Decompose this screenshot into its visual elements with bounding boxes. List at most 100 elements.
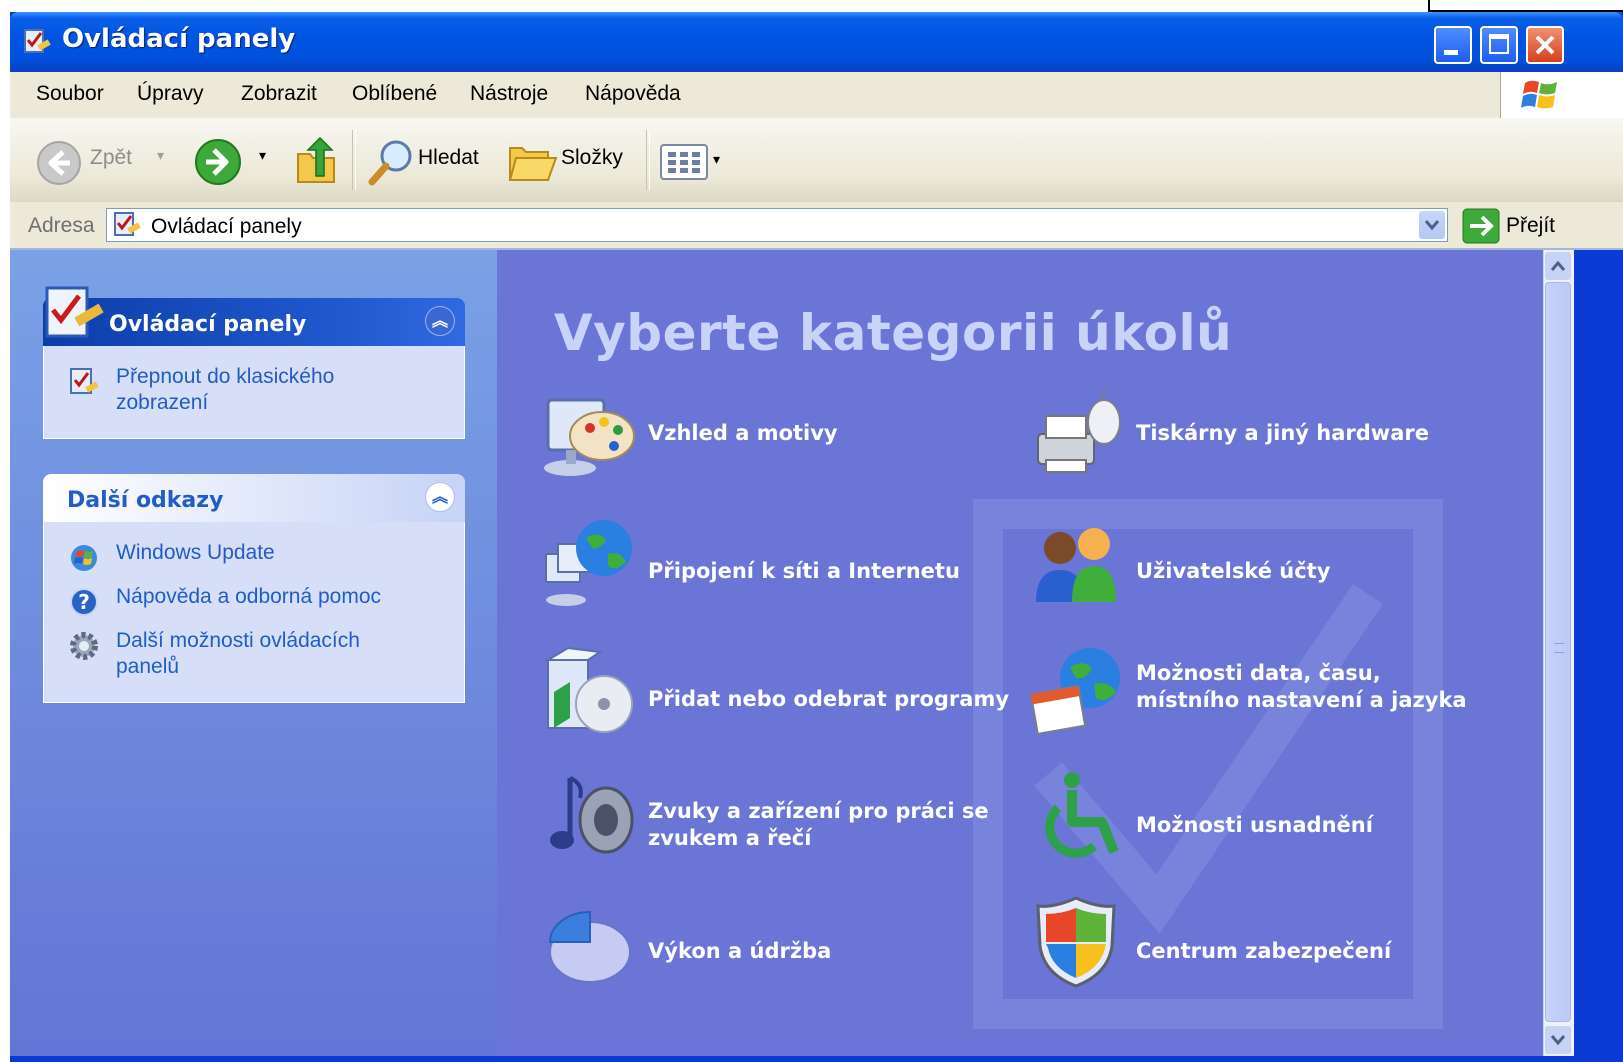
page-title: Vyberte kategorii úkolů — [554, 304, 1233, 362]
category-label: Uživatelské účty — [1136, 559, 1331, 583]
category-label: Možnosti data, času, místního nastavení … — [1136, 661, 1467, 712]
control-panel-icon — [114, 212, 141, 236]
more-control-panel-options-link[interactable]: Další možnosti ovládacích panelů — [68, 628, 454, 680]
category-appearance[interactable]: Vzhled a motivy — [540, 388, 980, 478]
address-bar: Adresa Ovládací panely Přejít — [10, 202, 1623, 250]
category-label: Připojení k síti a Internetu — [648, 559, 960, 583]
sound-speaker-icon — [550, 776, 634, 854]
up-folder-icon[interactable] — [294, 136, 340, 186]
task-pane: Ovládací panely ︽ Přepnout do klasického… — [10, 250, 497, 1056]
forward-dropdown-icon[interactable]: ▾ — [259, 148, 266, 164]
toolbar-separator — [352, 130, 356, 190]
folders-button-label[interactable]: Složky — [561, 146, 623, 170]
menu-oblibene[interactable]: Oblíbené — [352, 82, 437, 106]
link-label: Windows Update — [116, 541, 275, 564]
back-arrow-icon[interactable] — [36, 140, 82, 186]
scroll-down-button[interactable] — [1545, 1026, 1571, 1054]
menu-napoveda[interactable]: Nápověda — [585, 82, 681, 106]
category-label: Vzhled a motivy — [648, 421, 838, 445]
back-dropdown-icon[interactable]: ▾ — [157, 148, 164, 164]
category-printers-hardware[interactable]: Tiskárny a jiný hardware — [1028, 388, 1508, 478]
folders-icon[interactable] — [508, 138, 558, 186]
menu-soubor[interactable]: Soubor — [36, 82, 104, 106]
performance-pie-icon — [548, 910, 631, 983]
address-value: Ovládací panely — [151, 215, 302, 238]
maximize-button[interactable] — [1480, 26, 1518, 64]
category-add-remove-programs[interactable]: Přidat nebo odebrat programy — [540, 642, 1020, 733]
windows-update-link[interactable]: Windows Update — [68, 540, 454, 578]
other-links-task-box: Další odkazy ︽ Windows Update ? Nápověda… — [43, 474, 465, 703]
go-button-label[interactable]: Přejít — [1506, 214, 1555, 238]
category-label: Výkon a údržba — [648, 939, 832, 963]
category-security-center[interactable]: Centrum zabezpečení — [1028, 894, 1508, 988]
minimize-button[interactable] — [1434, 26, 1472, 64]
explorer-window: Ovládací panely Soubor Úpravy Zobrazit O… — [10, 12, 1623, 1062]
category-accessibility[interactable]: Možnosti usnadnění — [1028, 768, 1508, 858]
search-icon[interactable] — [366, 136, 418, 188]
go-arrow-icon[interactable] — [1462, 208, 1500, 244]
add-remove-programs-icon — [544, 646, 633, 733]
panel-header[interactable]: Ovládací panely ︽ — [43, 286, 465, 346]
network-globe-icon — [545, 520, 632, 606]
window-title: Ovládací panely — [62, 24, 296, 54]
security-shield-icon — [1036, 896, 1116, 988]
category-user-accounts[interactable]: Uživatelské účty — [1028, 514, 1508, 604]
category-performance-maintenance[interactable]: Výkon a údržba — [540, 894, 980, 984]
search-button-label[interactable]: Hledat — [418, 146, 479, 170]
minimize-icon — [1444, 50, 1458, 55]
date-time-globe-icon — [1029, 648, 1120, 736]
help-support-link[interactable]: ? Nápověda a odborná pomoc — [68, 584, 454, 622]
category-network-internet[interactable]: Připojení k síti a Internetu — [540, 514, 980, 606]
forward-arrow-icon[interactable] — [194, 138, 242, 186]
back-button-label[interactable]: Zpět — [90, 146, 132, 170]
windows-update-icon — [71, 545, 97, 571]
control-panel-large-icon — [45, 286, 104, 338]
scroll-up-button[interactable] — [1545, 252, 1571, 280]
switch-view-icon — [70, 368, 99, 394]
vertical-scrollbar[interactable] — [1543, 250, 1574, 1056]
windows-flag-icon — [1521, 80, 1557, 109]
category-label: Zvuky a zařízení pro práci se zvukem a ř… — [648, 799, 989, 850]
close-icon — [1535, 35, 1555, 55]
control-panel-icon — [24, 29, 51, 53]
panel-title: Další odkazy — [67, 488, 224, 513]
chevron-up-double-icon: ︽ — [431, 311, 448, 330]
title-bar[interactable]: Ovládací panely — [10, 12, 1623, 72]
switch-classic-view-link[interactable]: Přepnout do klasického zobrazení — [68, 364, 454, 416]
address-label: Adresa — [28, 214, 95, 237]
control-panel-task-box: Ovládací panely ︽ Přepnout do klasického… — [43, 286, 465, 439]
panel-body: Windows Update ? Nápověda a odborná pomo… — [43, 522, 465, 703]
views-icon[interactable] — [660, 144, 708, 180]
link-label: Nápověda a odborná pomoc — [116, 585, 382, 608]
windows-logo — [1500, 72, 1623, 118]
scroll-thumb[interactable] — [1545, 282, 1571, 1022]
category-sounds-speech[interactable]: Zvuky a zařízení pro práci se zvukem a ř… — [540, 768, 1020, 858]
gear-icon — [70, 632, 98, 660]
chevron-down-icon — [1550, 1035, 1566, 1046]
collapse-button[interactable]: ︽ — [425, 482, 455, 512]
grip-icon — [1554, 643, 1564, 653]
views-dropdown-icon[interactable]: ▾ — [713, 152, 720, 168]
link-label: Přepnout do klasického zobrazení — [116, 365, 335, 414]
panel-title: Ovládací panely — [109, 312, 307, 337]
category-label: Tiskárny a jiný hardware — [1136, 421, 1429, 445]
category-date-time-language[interactable]: Možnosti data, času, místního nastavení … — [1028, 642, 1528, 736]
category-label: Přidat nebo odebrat programy — [648, 687, 1010, 711]
panel-header[interactable]: Další odkazy ︽ — [43, 474, 465, 522]
appearance-palette-icon — [544, 398, 635, 476]
help-icon: ? — [70, 588, 98, 616]
chevron-down-icon — [1424, 220, 1440, 231]
menu-zobrazit[interactable]: Zobrazit — [241, 82, 317, 106]
address-field[interactable]: Ovládací panely — [106, 208, 1448, 242]
collapse-button[interactable]: ︽ — [425, 306, 455, 336]
accessibility-icon — [1045, 772, 1119, 858]
menu-nastroje[interactable]: Nástroje — [470, 82, 548, 106]
menu-upravy[interactable]: Úpravy — [137, 82, 204, 106]
address-dropdown-button[interactable] — [1419, 211, 1445, 239]
link-label: Další možnosti ovládacích panelů — [116, 629, 360, 678]
standard-toolbar: Zpět ▾ ▾ Hledat Složky ▾ — [10, 118, 1623, 203]
chevron-up-double-icon: ︽ — [431, 487, 448, 506]
category-label: Možnosti usnadnění — [1136, 813, 1373, 837]
close-button[interactable] — [1526, 26, 1564, 64]
menu-bar: Soubor Úpravy Zobrazit Oblíbené Nástroje… — [10, 72, 1623, 119]
